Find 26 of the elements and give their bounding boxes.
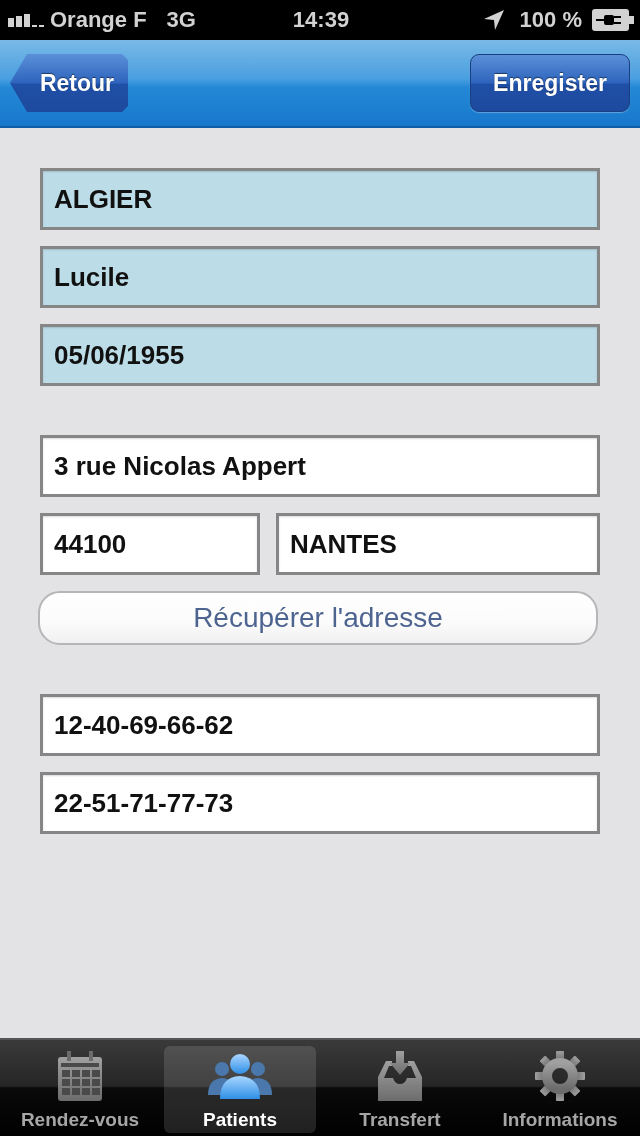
- inbox-download-icon: [376, 1051, 424, 1101]
- input-field[interactable]: ALGIER: [40, 168, 600, 230]
- retrieve-address-button[interactable]: Récupérer l'adresse: [38, 591, 598, 645]
- input-field[interactable]: 22-51-71-77-73: [40, 772, 600, 834]
- tab[interactable]: Rendez-vous: [4, 1046, 156, 1133]
- input-field[interactable]: Lucile: [40, 246, 600, 308]
- input-field[interactable]: 44100: [40, 513, 260, 575]
- input-field[interactable]: 12-40-69-66-62: [40, 694, 600, 756]
- back-button[interactable]: Retour: [10, 54, 128, 112]
- tab[interactable]: Informations: [484, 1046, 636, 1133]
- save-button[interactable]: Enregister: [470, 54, 630, 112]
- carrier-name: Orange F: [50, 7, 147, 33]
- tab[interactable]: Patients: [164, 1046, 316, 1133]
- calendar-icon: [56, 1051, 104, 1101]
- settings-icon: [535, 1051, 585, 1101]
- battery-percent: 100 %: [519, 7, 582, 33]
- input-field[interactable]: 3 rue Nicolas Appert: [40, 435, 600, 497]
- battery-charging-icon: [592, 9, 634, 31]
- location-arrow-icon: [483, 10, 504, 30]
- network-type: 3G: [166, 7, 196, 33]
- input-field[interactable]: NANTES: [276, 513, 600, 575]
- signal-strength-icon: [8, 13, 44, 27]
- tab[interactable]: Transfert: [324, 1046, 476, 1133]
- people-icon: [208, 1053, 272, 1099]
- status-time: 14:39: [292, 7, 350, 32]
- input-field[interactable]: 05/06/1955: [40, 324, 600, 386]
